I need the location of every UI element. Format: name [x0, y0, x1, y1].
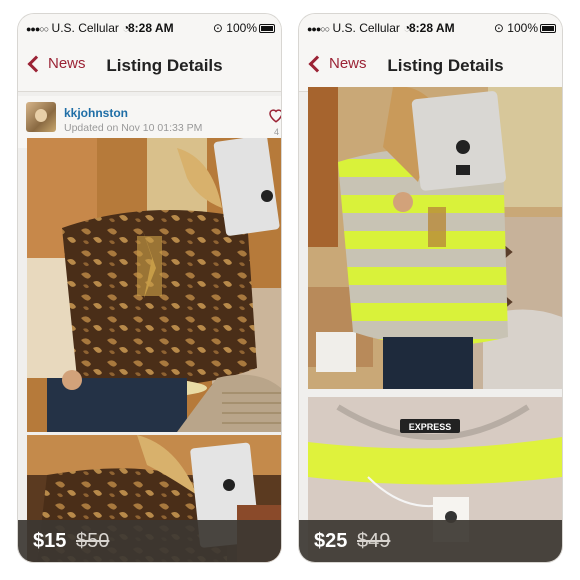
listing-screen-left: ●●●○○ U.S. Cellular ◔ 8:28 AM ⊙ 100% New…: [18, 14, 281, 562]
rotation-lock-icon: ⊙: [493, 21, 504, 35]
signal-icon: ●●●○○: [307, 24, 330, 34]
nav-bar: News Listing Details: [18, 41, 281, 92]
nav-bar: News Listing Details: [299, 41, 562, 92]
price-bar: $25 $49: [299, 520, 562, 562]
listing-screen-right: ●●●○○ U.S. Cellular ◔ 8:28 AM ⊙ 100% New…: [299, 14, 562, 562]
brand-label: EXPRESS: [409, 422, 452, 432]
status-bar: ●●●○○ U.S. Cellular ◔ 8:28 AM ⊙ 100%: [18, 14, 281, 41]
price-original: $49: [357, 530, 391, 552]
heart-icon[interactable]: [267, 106, 281, 124]
updated-timestamp: Updated on Nov 10 01:33 PM: [64, 122, 203, 134]
signal-icon: ●●●○○: [26, 24, 49, 34]
price-original: $50: [76, 530, 110, 552]
price-bar: $15 $50: [18, 520, 281, 562]
battery-icon: [540, 24, 556, 34]
status-bar: ●●●○○ U.S. Cellular ◔ 8:28 AM ⊙ 100%: [299, 14, 562, 41]
page-title: Listing Details: [387, 56, 504, 75]
carrier-label: U.S. Cellular: [332, 21, 400, 35]
battery-icon: [259, 24, 275, 34]
page-title: Listing Details: [106, 56, 223, 75]
rotation-lock-icon: ⊙: [212, 21, 223, 35]
battery-percent: 100%: [507, 21, 538, 35]
username-link[interactable]: kkjohnston: [64, 106, 128, 120]
listing-photo-1[interactable]: [308, 87, 562, 389]
status-time: 8:28 AM: [409, 21, 455, 35]
status-time: 8:28 AM: [128, 21, 174, 35]
carrier-label: U.S. Cellular: [51, 21, 119, 35]
battery-percent: 100%: [226, 21, 257, 35]
like-count: 4: [273, 127, 279, 137]
avatar[interactable]: [26, 102, 56, 132]
listing-photo-1[interactable]: [27, 138, 281, 432]
price-current: $25: [314, 530, 348, 552]
price-current: $15: [33, 530, 67, 552]
